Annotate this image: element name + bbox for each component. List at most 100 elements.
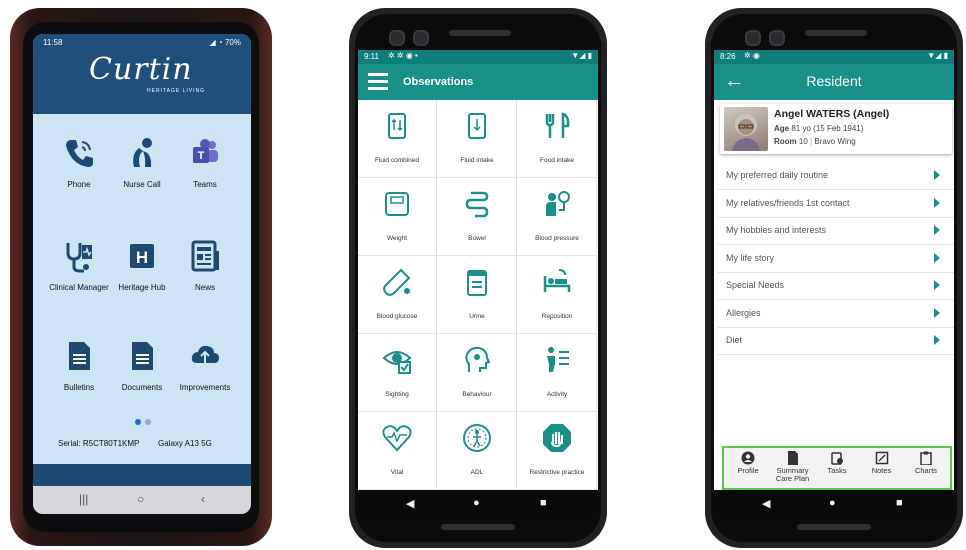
battery-level: 70% — [224, 38, 241, 47]
app-label: Teams — [193, 180, 217, 189]
status-time: 9:11 — [364, 52, 379, 61]
bowel-icon — [461, 188, 493, 220]
status-time: 8:26 — [720, 52, 736, 61]
chevron-right-icon — [934, 252, 940, 263]
bottom-nav-summary-care-plan[interactable]: Summary Care Plan — [771, 451, 815, 483]
app-label: Clinical Manager — [49, 283, 109, 292]
back-icon[interactable]: ‹ — [201, 492, 205, 506]
bottom-nav-tasks[interactable]: Tasks — [815, 451, 859, 475]
observation-adl[interactable]: ADL — [438, 412, 517, 490]
observation-label: Activity — [546, 391, 568, 398]
back-icon[interactable]: ◀ — [406, 497, 414, 510]
status-time: 11:58 — [43, 38, 63, 47]
observation-label: Blood glucose — [376, 313, 418, 320]
app-label: Nurse Call — [123, 180, 161, 189]
observation-label: Food intake — [540, 157, 574, 164]
chevron-right-icon — [934, 197, 940, 208]
blood-glucose-icon — [381, 266, 413, 298]
menu-icon[interactable] — [368, 73, 388, 90]
app-label: Phone — [67, 180, 91, 189]
observation-reposition[interactable]: Reposition — [518, 256, 597, 334]
observation-blood-glucose[interactable]: Blood glucose — [358, 256, 437, 334]
app-bulletins[interactable]: Bulletins — [47, 339, 111, 392]
app-heritage-hub[interactable]: H Heritage Hub — [110, 239, 174, 292]
serial-number: Serial: R5CT80T1KMP — [58, 439, 140, 448]
observation-behaviour[interactable]: Behaviour — [438, 334, 517, 412]
urine-icon — [461, 266, 493, 298]
profile-row[interactable]: Diet — [718, 327, 954, 355]
observation-fluid-combined[interactable]: Fluid combined — [358, 100, 437, 178]
profile-icon — [726, 451, 770, 465]
observation-urine[interactable]: Urine — [438, 256, 517, 334]
home-icon[interactable]: ○ — [137, 492, 144, 506]
app-label: Bulletins — [63, 383, 95, 392]
summary-care-plan-icon — [771, 451, 815, 465]
home-icon[interactable]: ● — [473, 497, 480, 509]
observation-bowel[interactable]: Bowel — [438, 178, 517, 256]
notes-icon — [860, 451, 904, 465]
resident-card[interactable]: Angel WATERS (Angel) Age 81 yo (15 Feb 1… — [720, 104, 952, 154]
heritage-hub-icon: H — [125, 239, 159, 273]
bottom-nav-charts[interactable]: Charts — [904, 451, 948, 475]
android-nav-bar: ◀ ● ■ — [714, 490, 954, 518]
activity-icon — [541, 344, 573, 376]
observation-sighting[interactable]: Sighting — [358, 334, 437, 412]
logo-subtitle: HERITAGE LIVING — [147, 88, 205, 94]
bottom-nav-label: Charts — [914, 466, 938, 475]
observation-vital[interactable]: Vital — [358, 412, 437, 490]
phone-3-screen: 8:26 ✲ ◉ ▼◢ ▮ ← Resident Angel WATERS (A… — [714, 50, 954, 518]
bottom-nav-profile[interactable]: Profile — [726, 451, 770, 475]
android-nav-bar: ||| ○ ‹ — [33, 486, 251, 514]
room-label: Room — [774, 137, 797, 146]
back-icon[interactable]: ◀ — [762, 497, 770, 510]
app-nurse-call[interactable]: Nurse Call — [110, 136, 174, 189]
recents-icon[interactable]: ■ — [896, 497, 903, 509]
profile-row-label: My hobbies and interests — [726, 225, 827, 235]
app-teams[interactable]: T Teams — [173, 136, 237, 189]
observation-label: ADL — [470, 469, 484, 476]
observation-fluid-intake[interactable]: Fluid intake — [438, 100, 517, 178]
blood-pressure-icon — [541, 188, 573, 220]
speaker — [449, 30, 511, 36]
observation-weight[interactable]: Weight — [358, 178, 437, 256]
recents-icon[interactable]: ||| — [79, 492, 88, 506]
bulletins-icon — [62, 339, 96, 373]
observation-activity[interactable]: Activity — [518, 334, 597, 412]
clinical-manager-icon — [62, 239, 96, 273]
profile-row-label: Special Needs — [726, 280, 785, 290]
app-documents[interactable]: Documents — [110, 339, 174, 392]
age-label: Age — [774, 124, 790, 133]
profile-row[interactable]: My preferred daily routine — [718, 162, 954, 190]
app-clinical-manager[interactable]: Clinical Manager — [47, 239, 111, 292]
front-sensor — [413, 30, 429, 46]
profile-row[interactable]: Allergies — [718, 300, 954, 328]
signal-battery-icon: ▼◢ ▮ — [571, 51, 592, 60]
page-title: Observations — [403, 76, 474, 88]
app-label: News — [194, 283, 215, 292]
sighting-icon — [381, 344, 413, 376]
bottom-speaker — [441, 524, 515, 530]
chevron-right-icon — [934, 335, 940, 345]
profile-row[interactable]: Special Needs — [718, 272, 954, 300]
app-improvements[interactable]: Improvements — [173, 339, 237, 392]
observation-food-intake[interactable]: Food intake — [518, 100, 597, 178]
bottom-nav-notes[interactable]: Notes — [860, 451, 904, 475]
observation-blood-pressure[interactable]: Blood pressure — [518, 178, 597, 256]
app-phone[interactable]: Phone — [47, 136, 111, 189]
profile-row[interactable]: My relatives/friends 1st contact — [718, 190, 954, 218]
profile-row[interactable]: My life story — [718, 245, 954, 273]
speaker — [805, 30, 867, 36]
app-news[interactable]: News — [173, 239, 237, 292]
notification-icons: ✲ ◉ — [744, 51, 760, 60]
observation-label: Sighting — [385, 391, 409, 398]
observation-label: Restrictive practice — [529, 469, 585, 476]
home-icon[interactable]: ● — [829, 497, 836, 509]
recents-icon[interactable]: ■ — [540, 497, 547, 509]
charts-icon — [904, 451, 948, 465]
app-bar: Observations — [358, 64, 598, 100]
profile-row[interactable]: My hobbies and interests — [718, 217, 954, 245]
page-title: Resident — [806, 73, 862, 89]
observation-label: Vital — [390, 469, 404, 476]
bottom-nav-label: Notes — [871, 466, 892, 475]
observation-restrictive-practice[interactable]: Restrictive practice — [518, 412, 597, 490]
